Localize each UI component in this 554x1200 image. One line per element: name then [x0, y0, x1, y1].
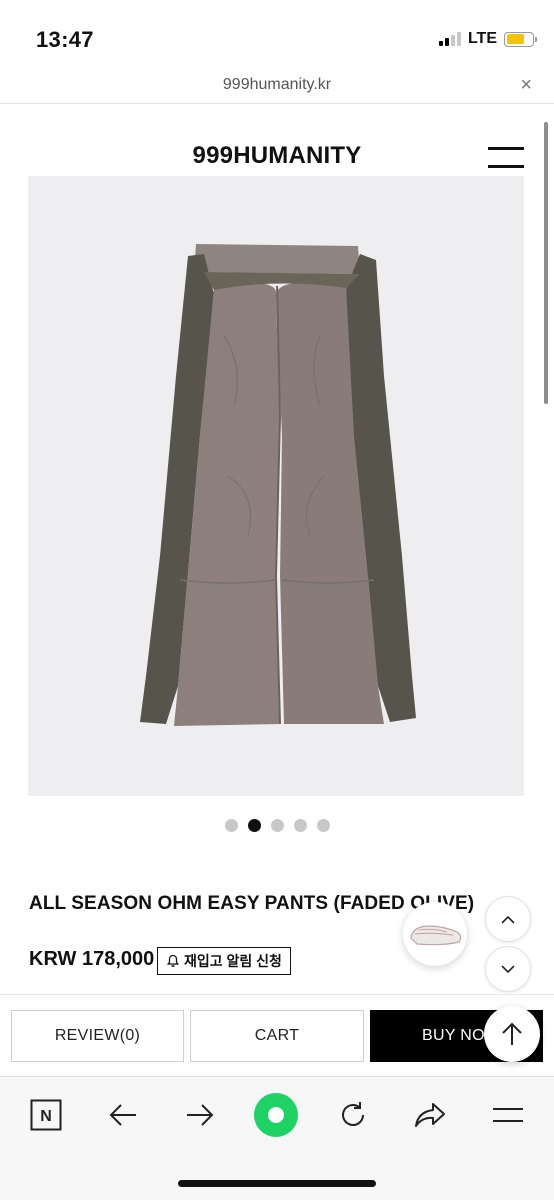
hamburger-menu-icon[interactable] [488, 147, 524, 169]
recent-product-thumbnail[interactable] [403, 902, 467, 966]
back-button[interactable] [103, 1095, 143, 1135]
status-time: 13:47 [36, 27, 94, 52]
green-dot-icon [268, 1107, 284, 1123]
carousel-dot[interactable] [270, 819, 284, 832]
browser-menu-button[interactable] [488, 1095, 528, 1135]
share-button[interactable] [410, 1095, 450, 1135]
url-bar[interactable]: 999humanity.kr × [0, 72, 554, 104]
review-button[interactable]: REVIEW(0) [11, 1010, 184, 1062]
product-title: ALL SEASON OHM EASY PANTS (FADED OLIVE) [29, 893, 475, 914]
site-header: 999HUMANITY [0, 104, 554, 176]
home-indicator[interactable] [178, 1180, 376, 1187]
status-bar: 13:47 LTE [0, 0, 554, 72]
scroll-to-top-button[interactable] [484, 1006, 540, 1062]
battery-icon [504, 31, 537, 47]
carousel-dot-active[interactable] [247, 819, 261, 832]
refresh-button[interactable] [333, 1095, 373, 1135]
naver-icon: N [30, 1099, 62, 1131]
naver-home-button[interactable]: N [26, 1095, 66, 1135]
signal-icon [438, 32, 461, 46]
scroll-up-button[interactable] [485, 896, 531, 942]
bell-icon [166, 954, 180, 967]
arrow-right-icon [187, 1104, 214, 1126]
refresh-icon [342, 1102, 364, 1126]
arrow-left-icon [109, 1104, 136, 1126]
carousel-dot[interactable] [316, 819, 330, 832]
carousel-dot[interactable] [293, 819, 307, 832]
restock-alert-button[interactable]: 재입고 알림 신청 [157, 947, 291, 975]
site-logo[interactable]: 999HUMANITY [0, 142, 554, 170]
share-icon [415, 1103, 445, 1127]
green-dot-button[interactable] [254, 1093, 298, 1137]
menu-icon [493, 1108, 523, 1122]
scroll-down-button[interactable] [485, 946, 531, 992]
svg-text:N: N [40, 1108, 52, 1125]
page-scrollbar[interactable] [544, 122, 548, 404]
image-carousel-dots[interactable] [0, 819, 554, 832]
chevron-down-icon [501, 964, 515, 973]
product-image[interactable] [28, 176, 524, 796]
carousel-dot[interactable] [224, 819, 238, 832]
chevron-up-icon [501, 915, 515, 924]
network-label: LTE [467, 30, 497, 47]
pants-illustration [140, 244, 416, 726]
close-icon[interactable]: × [520, 74, 532, 97]
product-price: KRW 178,000 [29, 948, 155, 970]
shoe-thumbnail-image [410, 925, 462, 946]
cart-button[interactable]: CART [190, 1010, 364, 1062]
arrow-up-icon [502, 1022, 522, 1045]
url-text[interactable]: 999humanity.kr [0, 76, 554, 94]
forward-button[interactable] [180, 1095, 220, 1135]
restock-label: 재입고 알림 신청 [184, 953, 282, 969]
status-indicators: LTE [438, 30, 537, 48]
purchase-action-bar: REVIEW(0) CART BUY NOW [0, 994, 554, 1076]
